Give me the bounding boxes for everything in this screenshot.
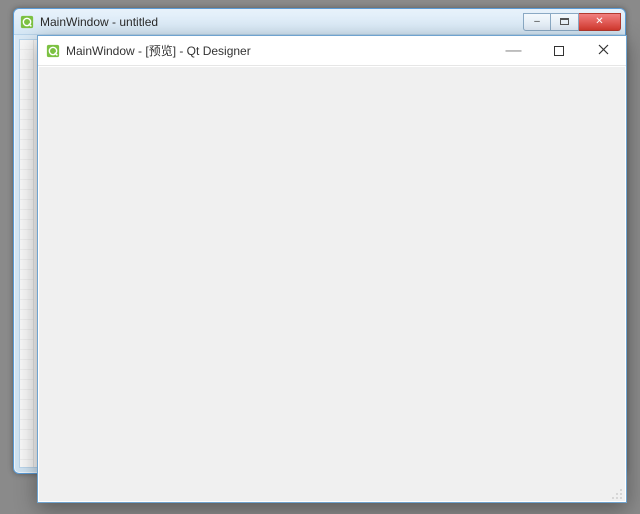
maximize-button[interactable] [536,36,581,65]
minimize-button[interactable]: — [491,36,536,65]
preview-titlebar[interactable]: MainWindow - [预览] - Qt Designer — [38,36,626,66]
maximize-button[interactable] [551,13,579,31]
close-button[interactable] [581,36,626,65]
close-button[interactable]: ✕ [579,13,621,31]
preview-window-controls: — [491,36,626,65]
preview-client-area [39,67,625,501]
designer-titlebar[interactable]: MainWindow - untitled – ✕ [14,9,625,35]
designer-window-title: MainWindow - untitled [40,15,523,29]
minimize-button[interactable]: – [523,13,551,31]
minimize-icon: – [534,16,540,27]
preview-window-title: MainWindow - [预览] - Qt Designer [66,42,491,59]
close-icon [598,42,609,60]
qt-designer-icon [46,44,60,58]
designer-window-controls: – ✕ [523,13,621,31]
resize-grip-icon[interactable] [611,487,623,499]
close-icon: ✕ [595,16,603,27]
designer-ruler-gutter [20,40,34,467]
minimize-icon: — [506,42,522,60]
preview-window: MainWindow - [预览] - Qt Designer — [37,35,627,503]
maximize-icon [560,18,569,25]
qt-designer-icon [20,15,34,29]
maximize-icon [554,46,564,56]
